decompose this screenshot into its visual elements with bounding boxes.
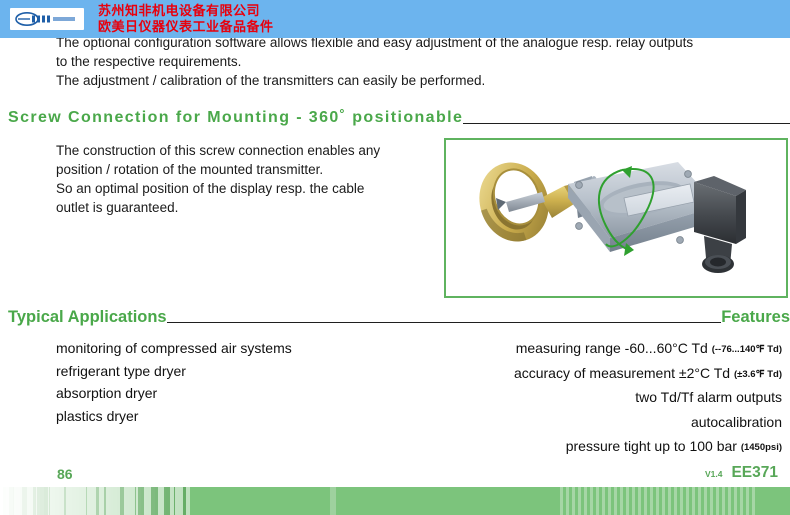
list-item: pressure tight up to 100 bar (1450psi) — [332, 435, 782, 460]
feature-unit-note: (1450psi) — [740, 442, 782, 453]
typical-applications-heading: Typical Applications — [8, 308, 167, 326]
screw-line-1: The construction of this screw connectio… — [56, 143, 381, 158]
dual-heading-divider-rule — [166, 322, 722, 323]
screw-line-2: position / rotation of the mounted trans… — [56, 162, 324, 177]
list-item: measuring range -60...60°C Td (--76...14… — [332, 337, 782, 362]
feature-text: accuracy of measurement ±2°C Td — [513, 364, 734, 381]
company-name-line2: 欧美日仪器仪表工业备品备件 — [98, 19, 274, 34]
intro-line-3: The adjustment / calibration of the tran… — [56, 73, 486, 88]
screw-line-4: outlet is guaranteed. — [56, 200, 179, 215]
company-name-line1: 苏州知非机电设备有限公司 — [98, 3, 261, 18]
feature-unit-note: (±3.6℉ Td) — [733, 368, 782, 380]
screw-line-3: So an optimal position of the display re… — [56, 181, 365, 196]
list-item: two Td/Tf alarm outputs — [332, 386, 782, 411]
company-name-text: 苏州知非机电设备有限公司 欧美日仪器仪表工业备品备件 — [98, 3, 274, 35]
dew-point-transmitter-rotation-photo — [444, 138, 788, 298]
company-oval-logo-icon — [10, 8, 84, 30]
footer-decorative-bar — [0, 487, 790, 515]
company-watermark-banner: 苏州知非机电设备有限公司 欧美日仪器仪表工业备品备件 — [0, 0, 790, 38]
intro-line-2: to the respective requirements. — [56, 54, 242, 69]
feature-text: two Td/Tf alarm outputs — [635, 389, 782, 405]
screw-connection-description: The construction of this screw connectio… — [56, 141, 434, 217]
screw-connection-heading-row: Screw Connection for Mounting - 360˚ pos… — [8, 109, 790, 127]
feature-unit-note: (--76...140℉ Td) — [711, 344, 782, 355]
page-number: 86 — [57, 466, 73, 482]
list-item: autocalibration — [332, 411, 782, 436]
features-list: measuring range -60...60°C Td (--76...14… — [332, 337, 782, 460]
list-item: accuracy of measurement ±2°C Td (±3.6℉ T… — [332, 362, 782, 387]
feature-text: pressure tight up to 100 bar — [565, 438, 741, 454]
product-model-code: EE371 — [731, 464, 778, 481]
applications-features-heading-row: Typical Applications Features — [8, 308, 790, 327]
document-version: V1.4 — [704, 469, 723, 479]
features-heading: Features — [721, 308, 790, 326]
feature-text: measuring range -60...60°C Td — [515, 340, 712, 356]
heading-divider-rule — [463, 123, 790, 124]
intro-paragraph: The optional configuration software allo… — [56, 33, 790, 90]
footer-model-info: V1.4 EE371 — [705, 464, 778, 482]
screw-connection-heading: Screw Connection for Mounting - 360˚ pos… — [8, 109, 464, 126]
feature-text: autocalibration — [690, 413, 782, 430]
